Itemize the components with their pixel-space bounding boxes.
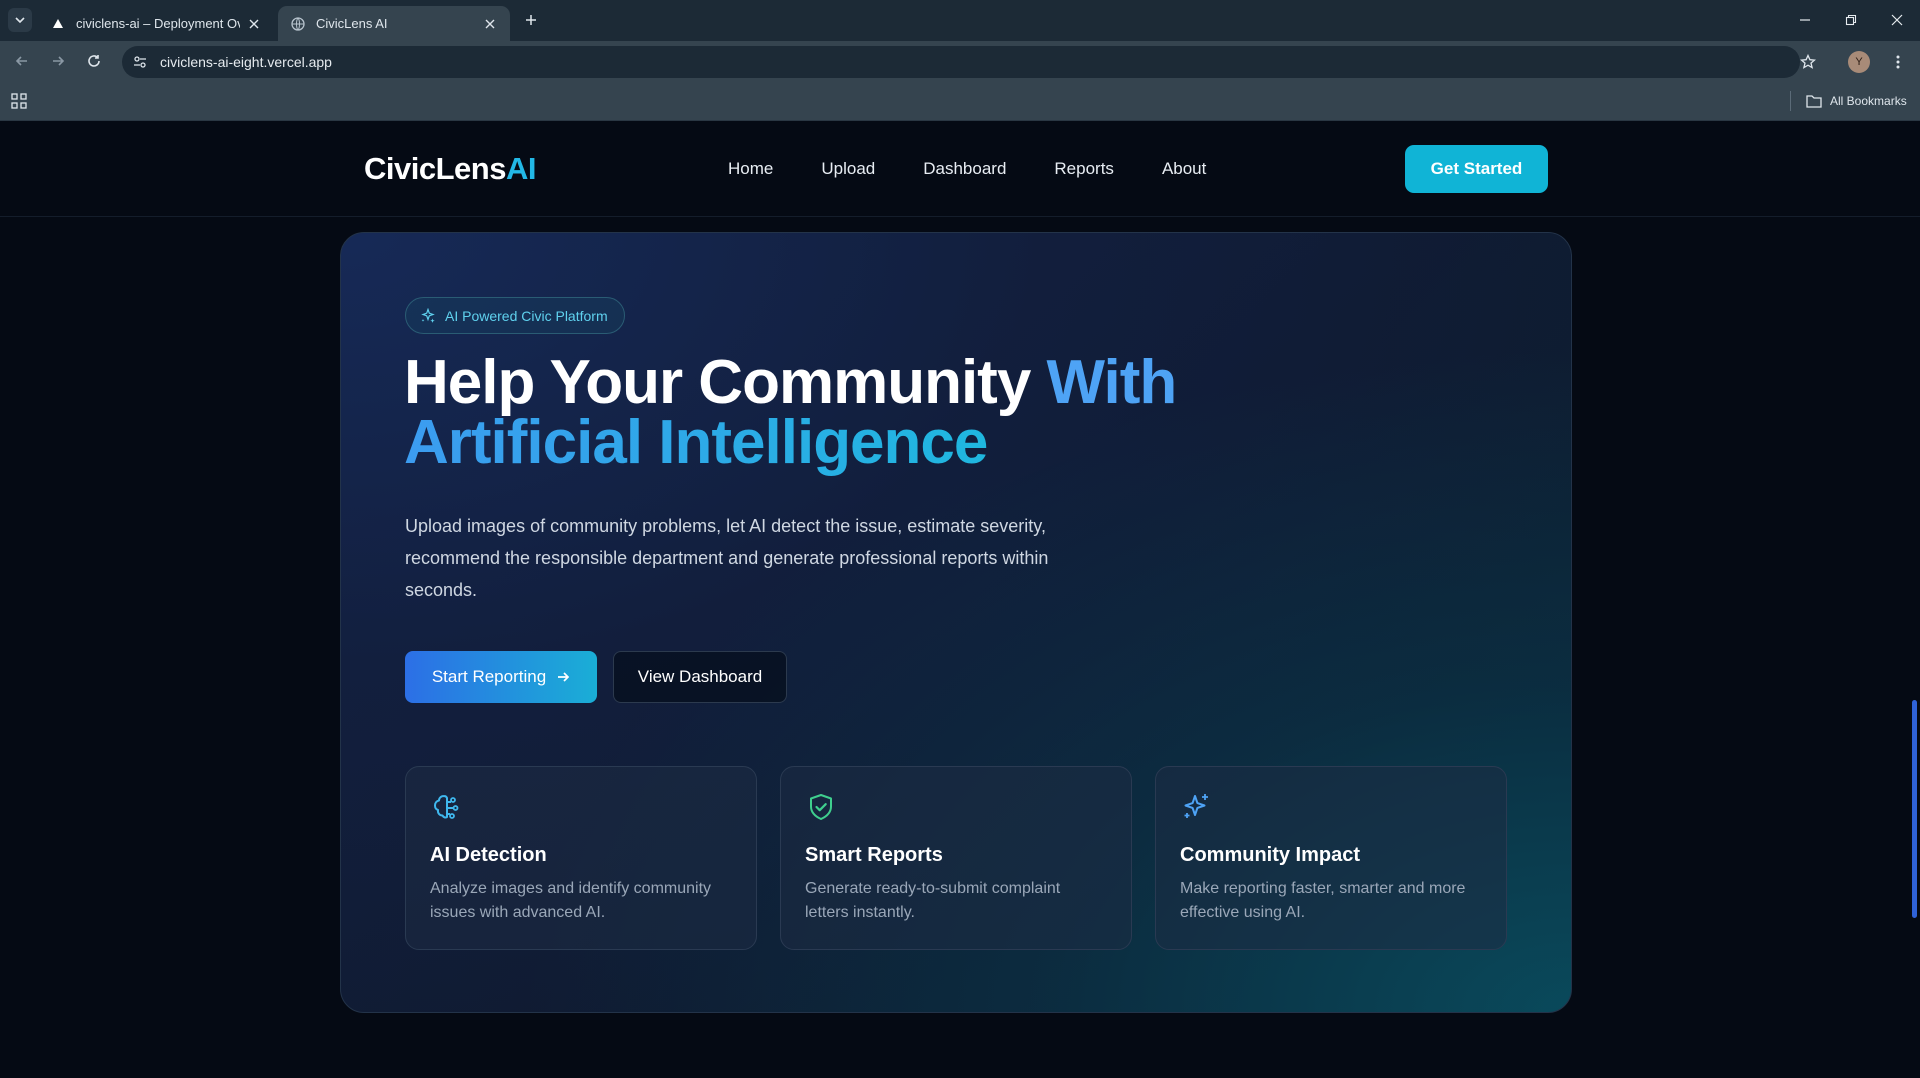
- shield-check-icon: [810, 794, 832, 820]
- logo-text: CivicLens: [364, 151, 506, 186]
- hero-badge: AI Powered Civic Platform: [405, 297, 625, 334]
- hero-section: AI Powered Civic Platform Help Your Comm…: [340, 232, 1572, 1013]
- forward-button[interactable]: [46, 49, 70, 73]
- nav-link-dashboard[interactable]: Dashboard: [923, 159, 1006, 179]
- nav-link-home[interactable]: Home: [728, 159, 773, 179]
- bookmarks-bar: All Bookmarks: [0, 81, 1920, 121]
- sparkles-icon: [1184, 794, 1208, 818]
- restore-button[interactable]: [1828, 0, 1874, 40]
- headline-line2: Artificial Intelligence: [404, 408, 988, 477]
- feature-title: AI Detection: [430, 844, 547, 866]
- site-header: CivicLensAI Home Upload Dashboard Report…: [0, 121, 1920, 217]
- globe-icon: [290, 16, 306, 32]
- profile-avatar[interactable]: Y: [1848, 51, 1870, 73]
- nav-link-about[interactable]: About: [1162, 159, 1206, 179]
- feature-card-community-impact: Community Impact Make reporting faster, …: [1155, 766, 1507, 950]
- feature-text: Generate ready-to-submit complaint lette…: [805, 880, 1061, 921]
- folder-icon: [1806, 95, 1822, 108]
- tab-title: CivicLens AI: [316, 16, 388, 31]
- chevron-down-icon: [15, 17, 25, 24]
- view-dashboard-button[interactable]: View Dashboard: [613, 651, 787, 703]
- feature-card-ai-detection: AI Detection Analyze images and identify…: [405, 766, 757, 950]
- get-started-button[interactable]: Get Started: [1405, 145, 1548, 193]
- brain-icon: [434, 795, 459, 819]
- feature-text: Make reporting faster, smarter and more …: [1180, 880, 1466, 921]
- logo-accent: AI: [505, 151, 537, 186]
- back-button[interactable]: [10, 49, 34, 73]
- minimize-icon: [1800, 19, 1810, 21]
- nav-link-reports[interactable]: Reports: [1054, 159, 1114, 179]
- arrow-right-icon: [53, 56, 65, 66]
- main-nav: Home Upload Dashboard Reports About: [728, 159, 1254, 179]
- apps-grid-icon[interactable]: [10, 92, 28, 110]
- start-reporting-button[interactable]: Start Reporting: [405, 651, 597, 703]
- feature-title: Community Impact: [1180, 844, 1361, 866]
- vercel-triangle-icon: [50, 16, 66, 32]
- site-logo[interactable]: CivicLensAI: [364, 151, 536, 187]
- restore-icon: [1845, 14, 1857, 26]
- headline-part2: With: [1046, 348, 1178, 417]
- feature-card-smart-reports: Smart Reports Generate ready-to-submit c…: [780, 766, 1132, 950]
- tab-civiclens[interactable]: CivicLens AI: [278, 6, 510, 41]
- tab-search-button[interactable]: [8, 8, 32, 32]
- window-close-button[interactable]: [1874, 0, 1920, 40]
- all-bookmarks-button[interactable]: All Bookmarks: [1806, 91, 1907, 111]
- more-vertical-icon: [1896, 55, 1900, 69]
- nav-link-upload[interactable]: Upload: [821, 159, 875, 179]
- badge-label: AI Powered Civic Platform: [445, 307, 608, 324]
- headline-part1: Help Your Community: [404, 348, 1047, 417]
- plus-icon: [526, 15, 536, 25]
- star-icon: [1800, 54, 1816, 69]
- sparkles-icon: [421, 307, 435, 323]
- new-tab-button[interactable]: [520, 9, 542, 31]
- url-text: civiclens-ai-eight.vercel.app: [160, 54, 332, 70]
- address-bar[interactable]: civiclens-ai-eight.vercel.app: [122, 46, 1800, 78]
- all-bookmarks-label: All Bookmarks: [1830, 94, 1907, 108]
- browser-menu-button[interactable]: [1888, 51, 1908, 73]
- arrow-left-icon: [15, 56, 27, 66]
- reload-icon: [88, 55, 100, 67]
- feature-text: Analyze images and identify community is…: [430, 880, 712, 921]
- bookmark-star-button[interactable]: [1798, 52, 1818, 72]
- hero-headline: Help Your Community With Artificial Intel…: [404, 352, 1177, 474]
- browser-toolbar: civiclens-ai-eight.vercel.app Y: [0, 41, 1920, 81]
- reload-button[interactable]: [82, 49, 106, 73]
- page-content: CivicLensAI Home Upload Dashboard Report…: [0, 121, 1920, 1078]
- minimize-button[interactable]: [1782, 0, 1828, 40]
- page-scrollbar[interactable]: [1912, 700, 1917, 918]
- browser-tabbar: civiclens-ai – Deployment Over CivicLens…: [0, 0, 1920, 41]
- site-settings-icon[interactable]: [126, 48, 154, 76]
- hero-description: Upload images of community problems, let…: [405, 516, 1049, 600]
- close-icon[interactable]: [246, 16, 262, 32]
- tab-deployment[interactable]: civiclens-ai – Deployment Over: [38, 6, 274, 41]
- bookmarks-divider: [1790, 91, 1791, 111]
- feature-title: Smart Reports: [805, 844, 943, 866]
- tab-title: civiclens-ai – Deployment Over: [76, 16, 240, 31]
- start-reporting-label: Start Reporting: [431, 667, 547, 686]
- close-icon: [1891, 14, 1903, 26]
- arrow-right-icon: [558, 672, 570, 682]
- close-icon[interactable]: [482, 16, 498, 32]
